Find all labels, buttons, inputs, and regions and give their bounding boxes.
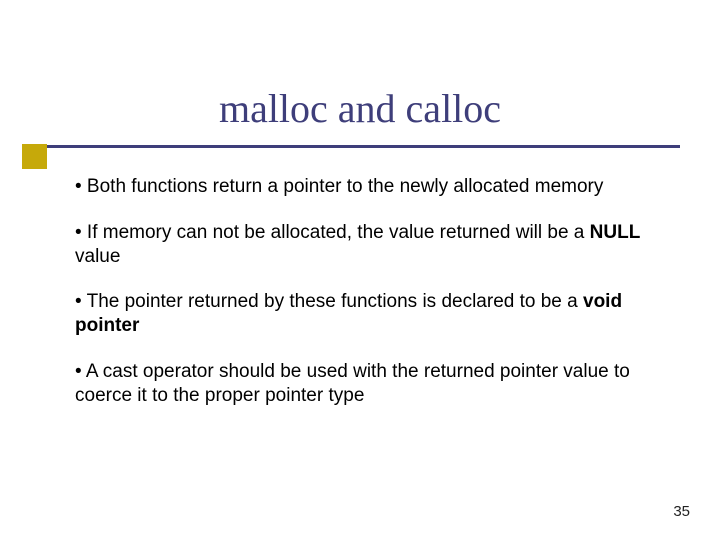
bullet-text: • Both functions return a pointer to the… <box>75 176 603 197</box>
slide: malloc and calloc • Both functions retur… <box>0 0 720 540</box>
bullet-text: • If memory can not be allocated, the va… <box>75 222 590 243</box>
accent-box <box>22 144 47 169</box>
slide-body: • Both functions return a pointer to the… <box>75 175 660 429</box>
page-number: 35 <box>673 503 690 520</box>
bullet-item: • The pointer returned by these function… <box>75 290 660 338</box>
slide-title: malloc and calloc <box>0 85 720 132</box>
bullet-text: value <box>75 246 120 267</box>
bullet-bold: NULL <box>590 222 641 243</box>
bullet-text: • A cast operator should be used with th… <box>75 361 630 406</box>
bullet-item: • Both functions return a pointer to the… <box>75 175 660 199</box>
title-underline <box>38 145 680 148</box>
bullet-item: • A cast operator should be used with th… <box>75 360 660 408</box>
bullet-item: • If memory can not be allocated, the va… <box>75 221 660 269</box>
bullet-text: • The pointer returned by these function… <box>75 291 583 312</box>
